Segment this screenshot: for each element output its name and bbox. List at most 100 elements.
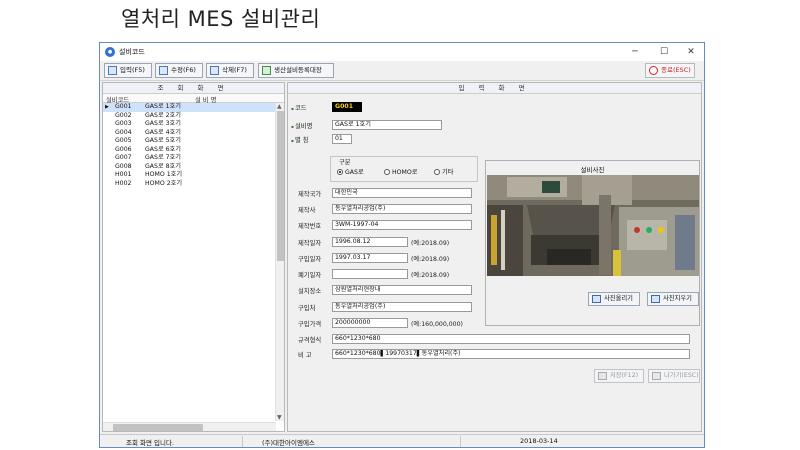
- cell-name: GAS로 5호기: [145, 137, 181, 144]
- exit-esc-button[interactable]: 종료(ESC): [645, 63, 695, 78]
- radio-other[interactable]: 기타: [434, 167, 453, 176]
- table-row[interactable]: H002 HOMO 2호기: [103, 180, 276, 189]
- spreadsheet-icon: [262, 66, 271, 75]
- document-edit-icon: [159, 66, 168, 75]
- equipment-window: ● 설비코드 ─ ☐ ✕ 입력(F5) 수정(F6) 삭제(F7) 생산설비등록…: [99, 42, 705, 448]
- type-group-label: 구분: [339, 159, 351, 166]
- form-panel: 입 력 화 면 코드 G001 설비명 GAS로 1호기 별 칭 01 구분 G…: [287, 82, 702, 432]
- cell-code: H001: [115, 171, 132, 178]
- photo-title: 설비사진: [580, 166, 605, 174]
- save-button[interactable]: 저장(F12): [594, 369, 644, 383]
- camera-icon: [592, 295, 601, 303]
- status-bar: 조회 화면 입니다. (주)대한아이엠에스 2018-03-14: [100, 434, 704, 447]
- scroll-thumb[interactable]: [277, 111, 284, 261]
- radio-homo-label: HOMO로: [392, 169, 418, 176]
- discard-date-hint: (예:2018.09): [411, 272, 450, 279]
- status-date: 2018-03-14: [520, 437, 558, 445]
- cell-code: G006: [115, 145, 132, 153]
- radio-homo[interactable]: HOMO로: [384, 167, 417, 176]
- exit-esc-label: 종료(ESC): [661, 66, 691, 74]
- table-row[interactable]: ▶ G001 GAS로 1호기: [103, 103, 276, 112]
- made-date-label: 제작일자: [298, 240, 322, 247]
- maximize-button[interactable]: ☐: [653, 45, 675, 59]
- vertical-scrollbar[interactable]: ▲ ▼: [275, 103, 284, 421]
- register-ledger-button[interactable]: 생산설비등록대장: [258, 63, 334, 78]
- table-row[interactable]: G007 GAS로 7호기: [103, 154, 276, 163]
- page-heading: 열처리 MES 설비관리: [121, 7, 321, 31]
- serial-field[interactable]: 3WM-1997-04: [332, 220, 472, 230]
- country-label: 제작국가: [298, 191, 322, 198]
- vendor-field[interactable]: 동우열처리공업(주): [332, 302, 472, 312]
- input-button[interactable]: 입력(F5): [104, 63, 152, 78]
- photo-delete-button[interactable]: 사진지우기: [647, 292, 699, 306]
- status-message: 조회 화면 입니다.: [126, 439, 175, 447]
- scroll-down-icon[interactable]: ▼: [277, 414, 282, 421]
- table-row[interactable]: G006 GAS로 6호기: [103, 146, 276, 155]
- cell-code: G003: [115, 120, 132, 127]
- cell-name: GAS로 1호기: [145, 103, 181, 110]
- cell-code: G004: [115, 128, 132, 136]
- document-add-icon: [108, 66, 117, 75]
- input-button-label: 입력(F5): [120, 66, 145, 74]
- scroll-up-icon[interactable]: ▲: [277, 103, 282, 110]
- exit-door-icon: [652, 372, 661, 380]
- equipment-list: ▶ G001 GAS로 1호기 G002 GAS로 2호기 G003 GAS로 3호기 G00…: [103, 103, 276, 188]
- form-panel-header: 입 력 화 면: [288, 83, 701, 94]
- remark-field[interactable]: 660*1230*680▌19970317▌동우열처리(주): [332, 349, 690, 359]
- cell-name: GAS로 4호기: [145, 128, 181, 136]
- cell-name: GAS로 6호기: [145, 145, 181, 153]
- table-row[interactable]: G002 GAS로 2호기: [103, 112, 276, 121]
- delete-button[interactable]: 삭제(F7): [206, 63, 254, 78]
- buy-date-label: 구입일자: [298, 256, 322, 263]
- table-row[interactable]: G004 GAS로 4호기: [103, 129, 276, 138]
- country-field[interactable]: 대한민국: [332, 188, 472, 198]
- close-button[interactable]: ✕: [680, 45, 702, 59]
- alias-field[interactable]: 01: [332, 134, 352, 144]
- serial-label: 제작번호: [298, 223, 322, 230]
- cell-code: G008: [115, 162, 132, 170]
- buy-date-hint: (예:2018.09): [411, 256, 450, 263]
- radio-dot-icon: [384, 169, 390, 175]
- buy-date-field[interactable]: 1997.03.17: [332, 253, 408, 263]
- photo-delete-icon: [651, 295, 660, 303]
- location-field[interactable]: 삼원열처리현장내: [332, 285, 472, 295]
- table-row[interactable]: H001 HOMO 1호기: [103, 171, 276, 180]
- vendor-label: 구입처: [298, 305, 316, 312]
- code-label: 코드: [291, 103, 307, 112]
- discard-date-field[interactable]: [332, 269, 408, 279]
- edit-button-label: 수정(F6): [171, 66, 196, 74]
- document-delete-icon: [210, 66, 219, 75]
- row-pointer-icon: ▶: [105, 104, 109, 110]
- radio-gas[interactable]: GAS로: [337, 167, 364, 176]
- list-panel-header: 조 회 화 면: [103, 83, 284, 94]
- code-field[interactable]: G001: [332, 102, 362, 112]
- spec-field[interactable]: 660*1230*680: [332, 334, 690, 344]
- name-field[interactable]: GAS로 1호기: [332, 120, 442, 130]
- horizontal-scrollbar[interactable]: [103, 422, 276, 431]
- price-label: 구입가격: [298, 321, 322, 328]
- minimize-button[interactable]: ─: [624, 45, 646, 59]
- window-title: 설비코드: [119, 48, 145, 56]
- type-group: 구분 GAS로 HOMO로 기타: [330, 156, 478, 182]
- cell-name: HOMO 1호기: [145, 171, 183, 178]
- table-row[interactable]: G005 GAS로 5호기: [103, 137, 276, 146]
- radio-other-label: 기타: [442, 169, 454, 176]
- maker-field[interactable]: 동우열처리공업(주): [332, 204, 472, 214]
- radio-dot-icon: [434, 169, 440, 175]
- exit-button[interactable]: 나가기(ESC): [648, 369, 700, 383]
- table-row[interactable]: G008 GAS로 8호기: [103, 163, 276, 172]
- cell-name: HOMO 2호기: [145, 179, 183, 187]
- alias-label: 별 칭: [291, 135, 309, 144]
- made-date-field[interactable]: 1996.08.12: [332, 237, 408, 247]
- edit-button[interactable]: 수정(F6): [155, 63, 203, 78]
- delete-button-label: 삭제(F7): [222, 66, 247, 74]
- photo-upload-button[interactable]: 사진올리기: [588, 292, 640, 306]
- table-row[interactable]: G003 GAS로 3호기: [103, 120, 276, 129]
- name-label: 설비명: [291, 121, 312, 130]
- title-bar: ● 설비코드 ─ ☐ ✕: [100, 43, 704, 61]
- price-field[interactable]: 200000000: [332, 318, 408, 328]
- discard-date-label: 폐기일자: [298, 272, 322, 279]
- horizontal-scroll-thumb[interactable]: [113, 424, 203, 431]
- power-icon: [649, 66, 658, 75]
- status-divider: [460, 436, 461, 447]
